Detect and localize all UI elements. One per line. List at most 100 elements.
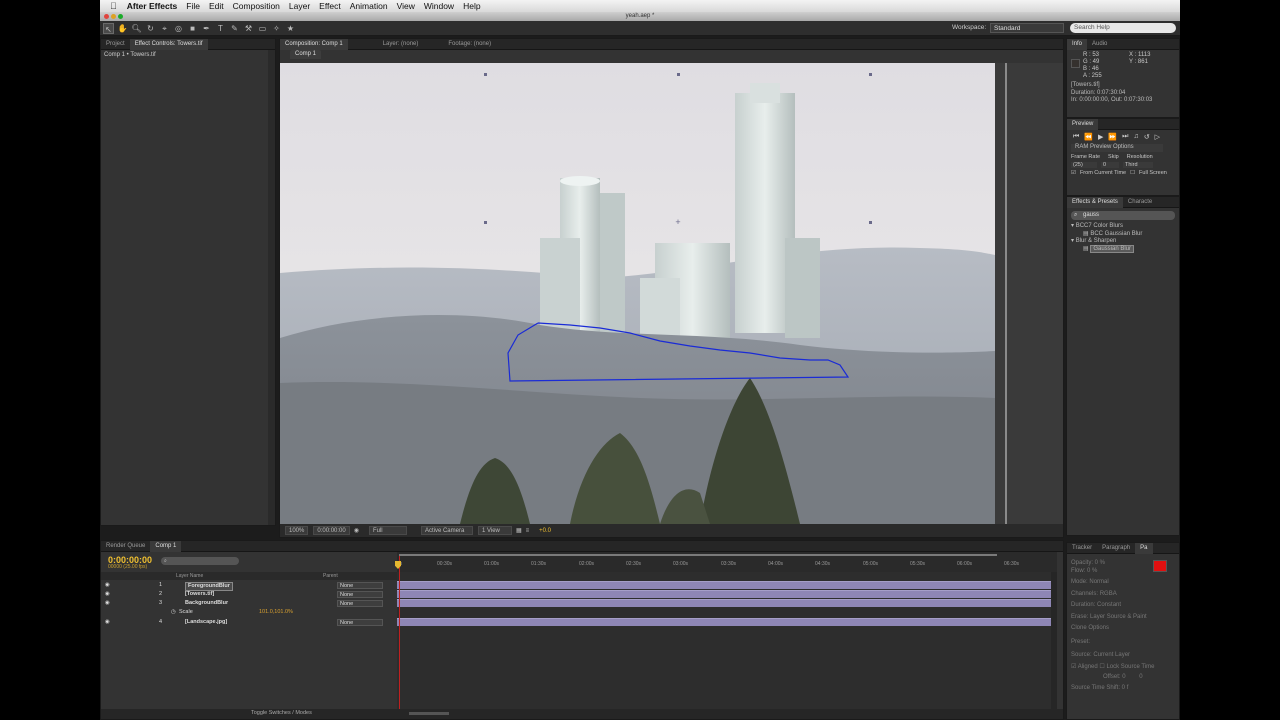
first-frame-icon[interactable]: ⏮ (1073, 133, 1079, 141)
skip-select[interactable]: 0 (1101, 161, 1119, 168)
work-area-bar[interactable] (399, 554, 997, 556)
tab-comp-1-timeline[interactable]: Comp 1 (150, 540, 182, 552)
lock-source-time-checkbox[interactable]: Lock Source Time (1106, 664, 1154, 670)
col-layer-name[interactable]: Layer Name (176, 572, 203, 580)
effect-item-gaussian-blur[interactable]: ▤ Gaussian Blur (1067, 244, 1179, 254)
clone-options-header[interactable]: Clone Options (1067, 625, 1179, 633)
parent-select[interactable]: None (337, 600, 383, 607)
brush-tool-icon[interactable]: ✎ (229, 23, 240, 34)
frame-rate-select[interactable]: (25) (1071, 161, 1097, 168)
layer-name[interactable]: [Landscape.jpg] (185, 618, 227, 627)
active-camera-select[interactable]: Active Camera (420, 526, 473, 535)
layer-duration-bar[interactable] (397, 590, 1052, 598)
mode-select[interactable]: Normal (1089, 579, 1108, 585)
tab-composition[interactable]: Composition: Comp 1 (280, 38, 348, 50)
zoom-tool-icon[interactable]: 🔍︎ (131, 23, 142, 34)
tab-effects-presets[interactable]: Effects & Presets (1067, 196, 1123, 208)
pan-behind-tool-icon[interactable]: ◎ (173, 23, 184, 34)
tab-footage[interactable]: Footage: (none) (443, 39, 496, 50)
ram-preview-icon[interactable]: ▷ (1155, 133, 1160, 141)
next-frame-icon[interactable]: ⏩ (1108, 133, 1117, 141)
duration-select[interactable]: Constant (1097, 602, 1121, 608)
current-time-display[interactable]: 0:00:00:00 (313, 526, 350, 535)
source-select[interactable]: Current Layer (1093, 652, 1130, 658)
layer-row[interactable]: ◉ 1 ForegroundBlur None (101, 581, 397, 591)
menu-composition[interactable]: Composition (233, 1, 280, 11)
tab-paint[interactable]: Pa (1135, 542, 1153, 554)
eraser-tool-icon[interactable]: ▭ (257, 23, 268, 34)
layer-name[interactable]: [Towers.tif] (185, 590, 214, 599)
layer-duration-bar[interactable] (397, 618, 1052, 626)
tab-tracker[interactable]: Tracker (1067, 543, 1097, 554)
stopwatch-icon[interactable]: ◷ (171, 608, 176, 617)
offset-y-value[interactable]: 0 (1139, 674, 1142, 680)
resolution-select[interactable]: Full (368, 526, 407, 535)
ram-preview-options-select[interactable]: RAM Preview Options (1071, 144, 1163, 152)
tab-project[interactable]: Project (101, 39, 130, 50)
menu-window[interactable]: Window (424, 1, 454, 11)
timeline-scrollbar[interactable] (1051, 572, 1057, 709)
tab-character[interactable]: Characte (1123, 197, 1157, 208)
apple-icon[interactable]:  (110, 1, 117, 11)
channels-select[interactable]: RGBA (1100, 591, 1117, 597)
menu-view[interactable]: View (397, 1, 415, 11)
search-help-input[interactable]: Search Help (1070, 23, 1176, 33)
resolution-select-preview[interactable]: Third (1123, 161, 1153, 168)
minimize-window-button[interactable] (111, 14, 116, 19)
property-scale-value[interactable]: 101.0,101.0% (259, 608, 293, 617)
layer-row[interactable]: ◉ 2 [Towers.tif] None (101, 590, 397, 599)
source-time-shift[interactable]: Source Time Shift: 0 f (1067, 685, 1179, 693)
previous-frame-icon[interactable]: ⏪ (1084, 133, 1093, 141)
camera-tool-icon[interactable]: ⌖ (159, 23, 170, 34)
foreground-color-swatch[interactable] (1153, 560, 1167, 572)
visibility-eye-icon[interactable]: ◉ (105, 581, 110, 590)
type-tool-icon[interactable]: T (215, 23, 226, 34)
layer-name[interactable]: BackgroundBlur (185, 599, 228, 608)
composition-viewer[interactable]: + (280, 63, 995, 524)
from-current-time-checkbox[interactable]: ☑ (1071, 170, 1076, 176)
parent-select[interactable]: None (337, 591, 383, 598)
zoom-window-button[interactable] (118, 14, 123, 19)
fast-previews-icon[interactable]: ≡ (526, 528, 530, 534)
loop-icon[interactable]: ↺ (1144, 133, 1150, 141)
visibility-eye-icon[interactable]: ◉ (105, 590, 110, 599)
offset-value[interactable]: Offset: 0 (1103, 674, 1126, 680)
workspace-select[interactable]: Standard (990, 23, 1064, 33)
menu-layer[interactable]: Layer (289, 1, 310, 11)
menu-file[interactable]: File (186, 1, 200, 11)
puppet-tool-icon[interactable]: ★ (285, 23, 296, 34)
tab-info[interactable]: Info (1067, 38, 1088, 50)
magnification-select[interactable]: 100% (285, 526, 309, 535)
layer-row[interactable]: ◉ 3 BackgroundBlur None (101, 599, 397, 608)
timeline-search-input[interactable]: ⌕ (161, 557, 239, 565)
col-parent[interactable]: Parent (323, 572, 338, 580)
rectangle-tool-icon[interactable]: ■ (187, 23, 198, 34)
clone-stamp-tool-icon[interactable]: ⚒ (243, 23, 254, 34)
tab-audio[interactable]: Audio (1087, 39, 1112, 50)
toggle-pixel-aspect-icon[interactable]: ▦ (516, 527, 522, 534)
layer-duration-bar[interactable] (397, 581, 1052, 589)
visibility-eye-icon[interactable]: ◉ (105, 618, 110, 627)
erase-select[interactable]: Layer Source & Paint (1090, 614, 1147, 620)
menu-help[interactable]: Help (463, 1, 480, 11)
close-window-button[interactable] (104, 14, 109, 19)
exposure-value[interactable]: +0.0 (539, 528, 551, 534)
snapshot-icon[interactable]: ◉ (354, 527, 359, 534)
tab-render-queue[interactable]: Render Queue (101, 541, 150, 552)
comp-navigator-tab[interactable]: Comp 1 (290, 50, 322, 59)
rotate-tool-icon[interactable]: ↻ (145, 23, 156, 34)
menu-effect[interactable]: Effect (319, 1, 341, 11)
effect-category-bcc7-color-blurs[interactable]: ▾ BCC7 Color Blurs (1067, 223, 1179, 231)
tab-preview[interactable]: Preview (1067, 118, 1099, 130)
aligned-checkbox[interactable]: Aligned (1078, 664, 1098, 670)
layer-row[interactable]: ◉ 4 [Landscape.jpg] None (101, 618, 397, 627)
tab-layer[interactable]: Layer: (none) (378, 39, 424, 50)
play-icon[interactable]: ▶ (1098, 133, 1103, 141)
current-time-indicator[interactable] (399, 556, 400, 711)
last-frame-icon[interactable]: ⏭ (1122, 133, 1128, 141)
hand-tool-icon[interactable]: ✋ (117, 23, 128, 34)
tab-effect-controls[interactable]: Effect Controls: Towers.tif (129, 38, 208, 50)
roto-brush-tool-icon[interactable]: ✧ (271, 23, 282, 34)
effect-controls-scrollbar[interactable] (268, 50, 275, 525)
visibility-eye-icon[interactable]: ◉ (105, 599, 110, 608)
